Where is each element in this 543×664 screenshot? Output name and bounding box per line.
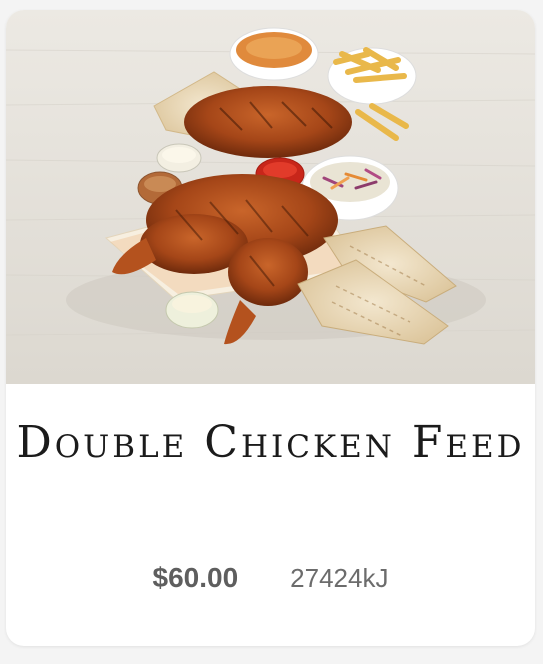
product-title: Double Chicken Feed — [16, 417, 525, 468]
product-card[interactable]: Double Chicken Feed $60.00 27424kJ — [6, 10, 535, 646]
product-price: $60.00 — [152, 562, 239, 593]
product-meta: $60.00 27424kJ — [6, 558, 535, 598]
food-platter-illustration — [6, 10, 535, 384]
product-image[interactable] — [6, 10, 535, 384]
product-energy: 27424kJ — [290, 562, 389, 593]
